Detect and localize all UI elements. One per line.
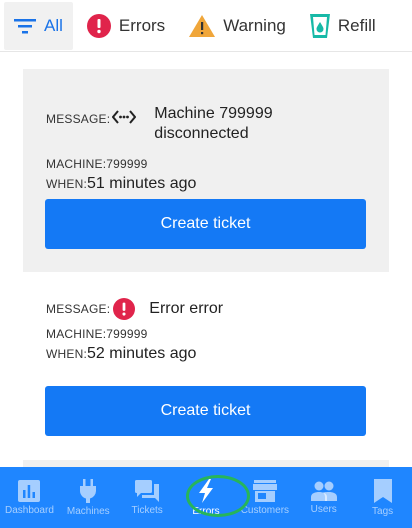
error-card: MESSAGE: Error error MACHINE: 799999 WHE… bbox=[23, 282, 389, 462]
refill-icon bbox=[309, 13, 330, 38]
message-text-line2: disconnected bbox=[154, 125, 249, 142]
error-list[interactable]: MESSAGE: Machine 799999 disconnected MAC… bbox=[0, 52, 412, 467]
nav-users-label: Users bbox=[310, 503, 337, 515]
store-icon bbox=[252, 479, 277, 502]
error-card: MESSAGE: Machine 799999 disconnected MAC… bbox=[23, 69, 389, 272]
nav-users[interactable]: Users bbox=[294, 467, 353, 528]
tab-warning[interactable]: Warning bbox=[179, 2, 296, 50]
highlight-ring bbox=[186, 475, 250, 517]
disconnected-icon bbox=[112, 110, 137, 124]
tab-refill-label: Refill bbox=[337, 15, 376, 35]
machine-row: MACHINE: 799999 bbox=[46, 327, 148, 341]
create-ticket-button[interactable]: Create ticket bbox=[45, 199, 366, 249]
create-ticket-button[interactable]: Create ticket bbox=[45, 386, 366, 436]
people-icon bbox=[310, 481, 337, 501]
message-key: MESSAGE: bbox=[46, 112, 111, 126]
machine-value: 799999 bbox=[106, 327, 148, 341]
tab-errors-label: Errors bbox=[118, 15, 166, 35]
bookmark-icon bbox=[373, 478, 392, 503]
nav-tickets[interactable]: Tickets bbox=[118, 467, 177, 528]
machine-value: 799999 bbox=[106, 157, 148, 171]
message-row: MESSAGE: Machine 799999 disconnected bbox=[46, 104, 273, 144]
tab-all[interactable]: All bbox=[4, 1, 73, 50]
plug-icon bbox=[80, 478, 97, 503]
nav-customers-label: Customers bbox=[240, 504, 290, 516]
warning-icon bbox=[189, 14, 216, 37]
nav-machines-label: Machines bbox=[66, 505, 110, 517]
when-value: 52 minutes ago bbox=[87, 345, 197, 362]
machine-row: MACHINE: 799999 bbox=[46, 157, 148, 171]
filter-icon bbox=[14, 18, 36, 33]
nav-machines[interactable]: Machines bbox=[59, 467, 118, 528]
when-key: WHEN: bbox=[46, 177, 87, 191]
error-icon bbox=[113, 298, 136, 320]
message-text: Error error bbox=[149, 300, 224, 317]
message-key: MESSAGE: bbox=[46, 302, 111, 316]
nav-dashboard-label: Dashboard bbox=[4, 504, 54, 516]
nav-dashboard[interactable]: Dashboard bbox=[0, 467, 59, 528]
error-icon bbox=[86, 13, 111, 38]
tab-refill[interactable]: Refill bbox=[300, 2, 386, 50]
when-row: WHEN: 51 minutes ago bbox=[46, 175, 196, 193]
machine-key: MACHINE: bbox=[46, 327, 107, 341]
tab-errors[interactable]: Errors bbox=[77, 2, 175, 50]
nav-tickets-label: Tickets bbox=[131, 504, 163, 516]
message-text-line1: Machine 799999 bbox=[154, 105, 273, 122]
error-card bbox=[23, 460, 389, 467]
tab-all-label: All bbox=[44, 15, 63, 35]
when-key: WHEN: bbox=[46, 347, 87, 361]
dashboard-icon bbox=[18, 479, 41, 502]
when-row: WHEN: 52 minutes ago bbox=[46, 345, 196, 363]
nav-tags[interactable]: Tags bbox=[353, 467, 412, 528]
nav-tags-label: Tags bbox=[372, 505, 394, 517]
machine-key: MACHINE: bbox=[46, 157, 107, 171]
tab-warning-label: Warning bbox=[223, 15, 286, 35]
filter-tabs: All Errors Warning Refill bbox=[0, 0, 412, 52]
chat-icon bbox=[135, 479, 160, 502]
when-value: 51 minutes ago bbox=[87, 175, 197, 192]
message-row: MESSAGE: Error error bbox=[46, 298, 223, 320]
